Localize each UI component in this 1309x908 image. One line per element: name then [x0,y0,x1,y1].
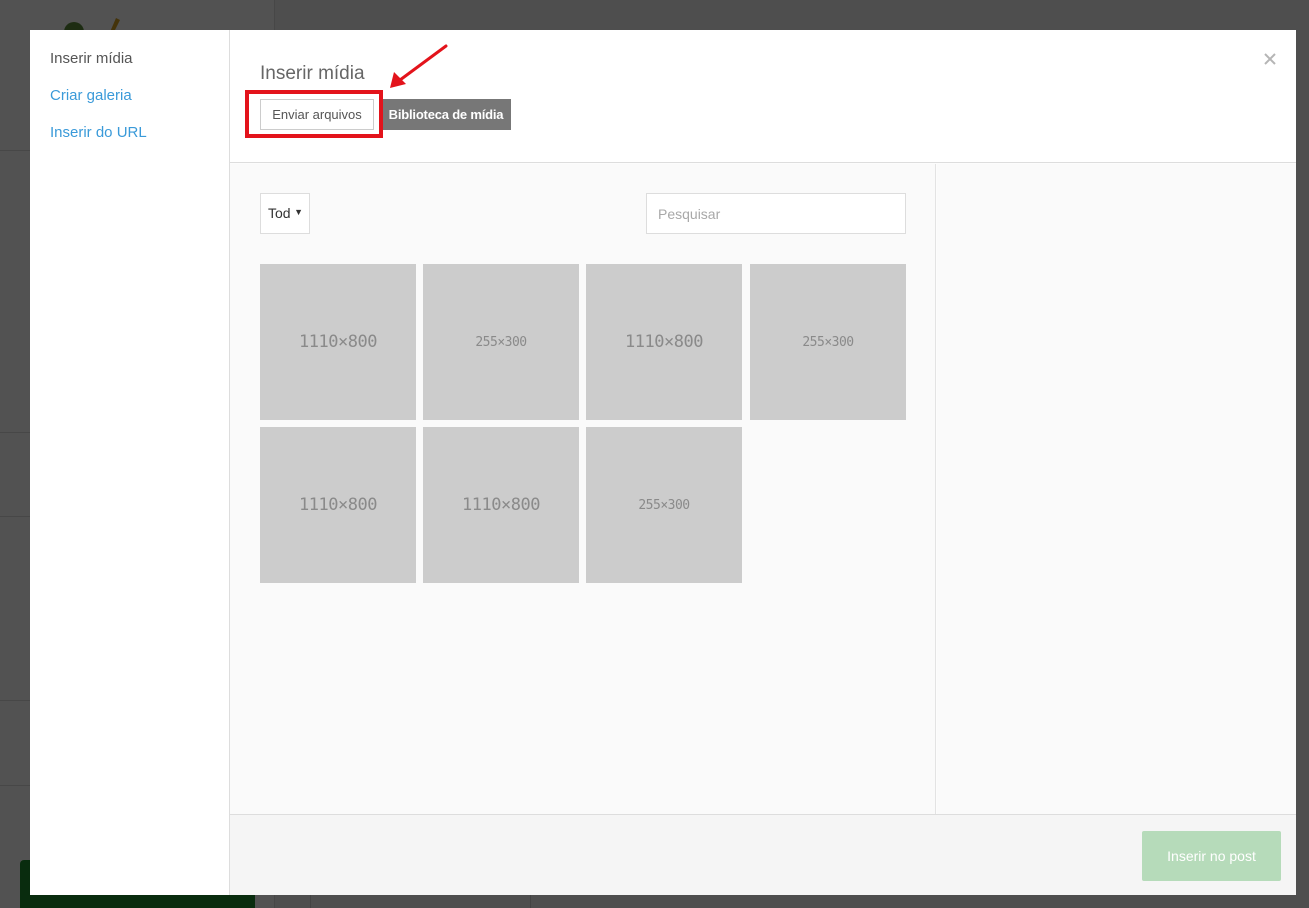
frame-header: Inserir mídia Enviar arquivos Biblioteca… [230,30,1296,163]
annotation-arrow-icon [390,44,448,88]
thumbnail-placeholder-label: 1110×800 [625,332,703,352]
search-input[interactable] [646,193,906,234]
close-button[interactable] [1260,48,1280,68]
thumbnail-placeholder-label: 255×300 [802,334,854,350]
thumbnail-placeholder-label: 1110×800 [462,495,540,515]
media-modal: Inserir mídia Criar galeria Inserir do U… [30,30,1296,895]
frame-toolbar: Inserir no post [230,814,1296,895]
media-menu: Inserir mídia Criar galeria Inserir do U… [30,30,230,895]
media-type-filter[interactable]: Tod ▼ [260,193,310,234]
tab-media-library[interactable]: Biblioteca de mídia [381,99,511,130]
attachment-thumbnail[interactable]: 255×300 [750,264,906,420]
caret-down-icon: ▼ [294,207,303,217]
attachment-details-sidebar [937,164,1296,814]
attachment-thumbnail[interactable]: 255×300 [586,427,742,583]
menu-item-create-gallery[interactable]: Criar galeria [50,87,132,105]
insert-into-post-button[interactable]: Inserir no post [1142,831,1281,881]
attachment-thumbnail[interactable]: 255×300 [423,264,579,420]
thumbnail-placeholder-label: 1110×800 [299,332,377,352]
attachment-thumbnail[interactable]: 1110×800 [586,264,742,420]
menu-item-insert-media[interactable]: Inserir mídia [50,50,133,68]
close-icon [1264,53,1276,65]
thumbnail-placeholder-label: 255×300 [638,497,690,513]
attachment-thumbnail[interactable]: 1110×800 [260,427,416,583]
tab-upload-files[interactable]: Enviar arquivos [260,99,374,130]
frame-title: Inserir mídia [260,63,365,84]
media-frame: Inserir mídia Enviar arquivos Biblioteca… [230,30,1296,895]
filter-selected-value: Tod [268,205,291,221]
attachments-browser: Tod ▼ 1110×800 255×300 1110×800 255×300 … [230,164,936,814]
thumbnail-placeholder-label: 255×300 [475,334,527,350]
attachment-thumbnail[interactable]: 1110×800 [260,264,416,420]
thumbnail-placeholder-label: 1110×800 [299,495,377,515]
attachment-thumbnail[interactable]: 1110×800 [423,427,579,583]
menu-item-insert-from-url[interactable]: Inserir do URL [50,124,147,142]
